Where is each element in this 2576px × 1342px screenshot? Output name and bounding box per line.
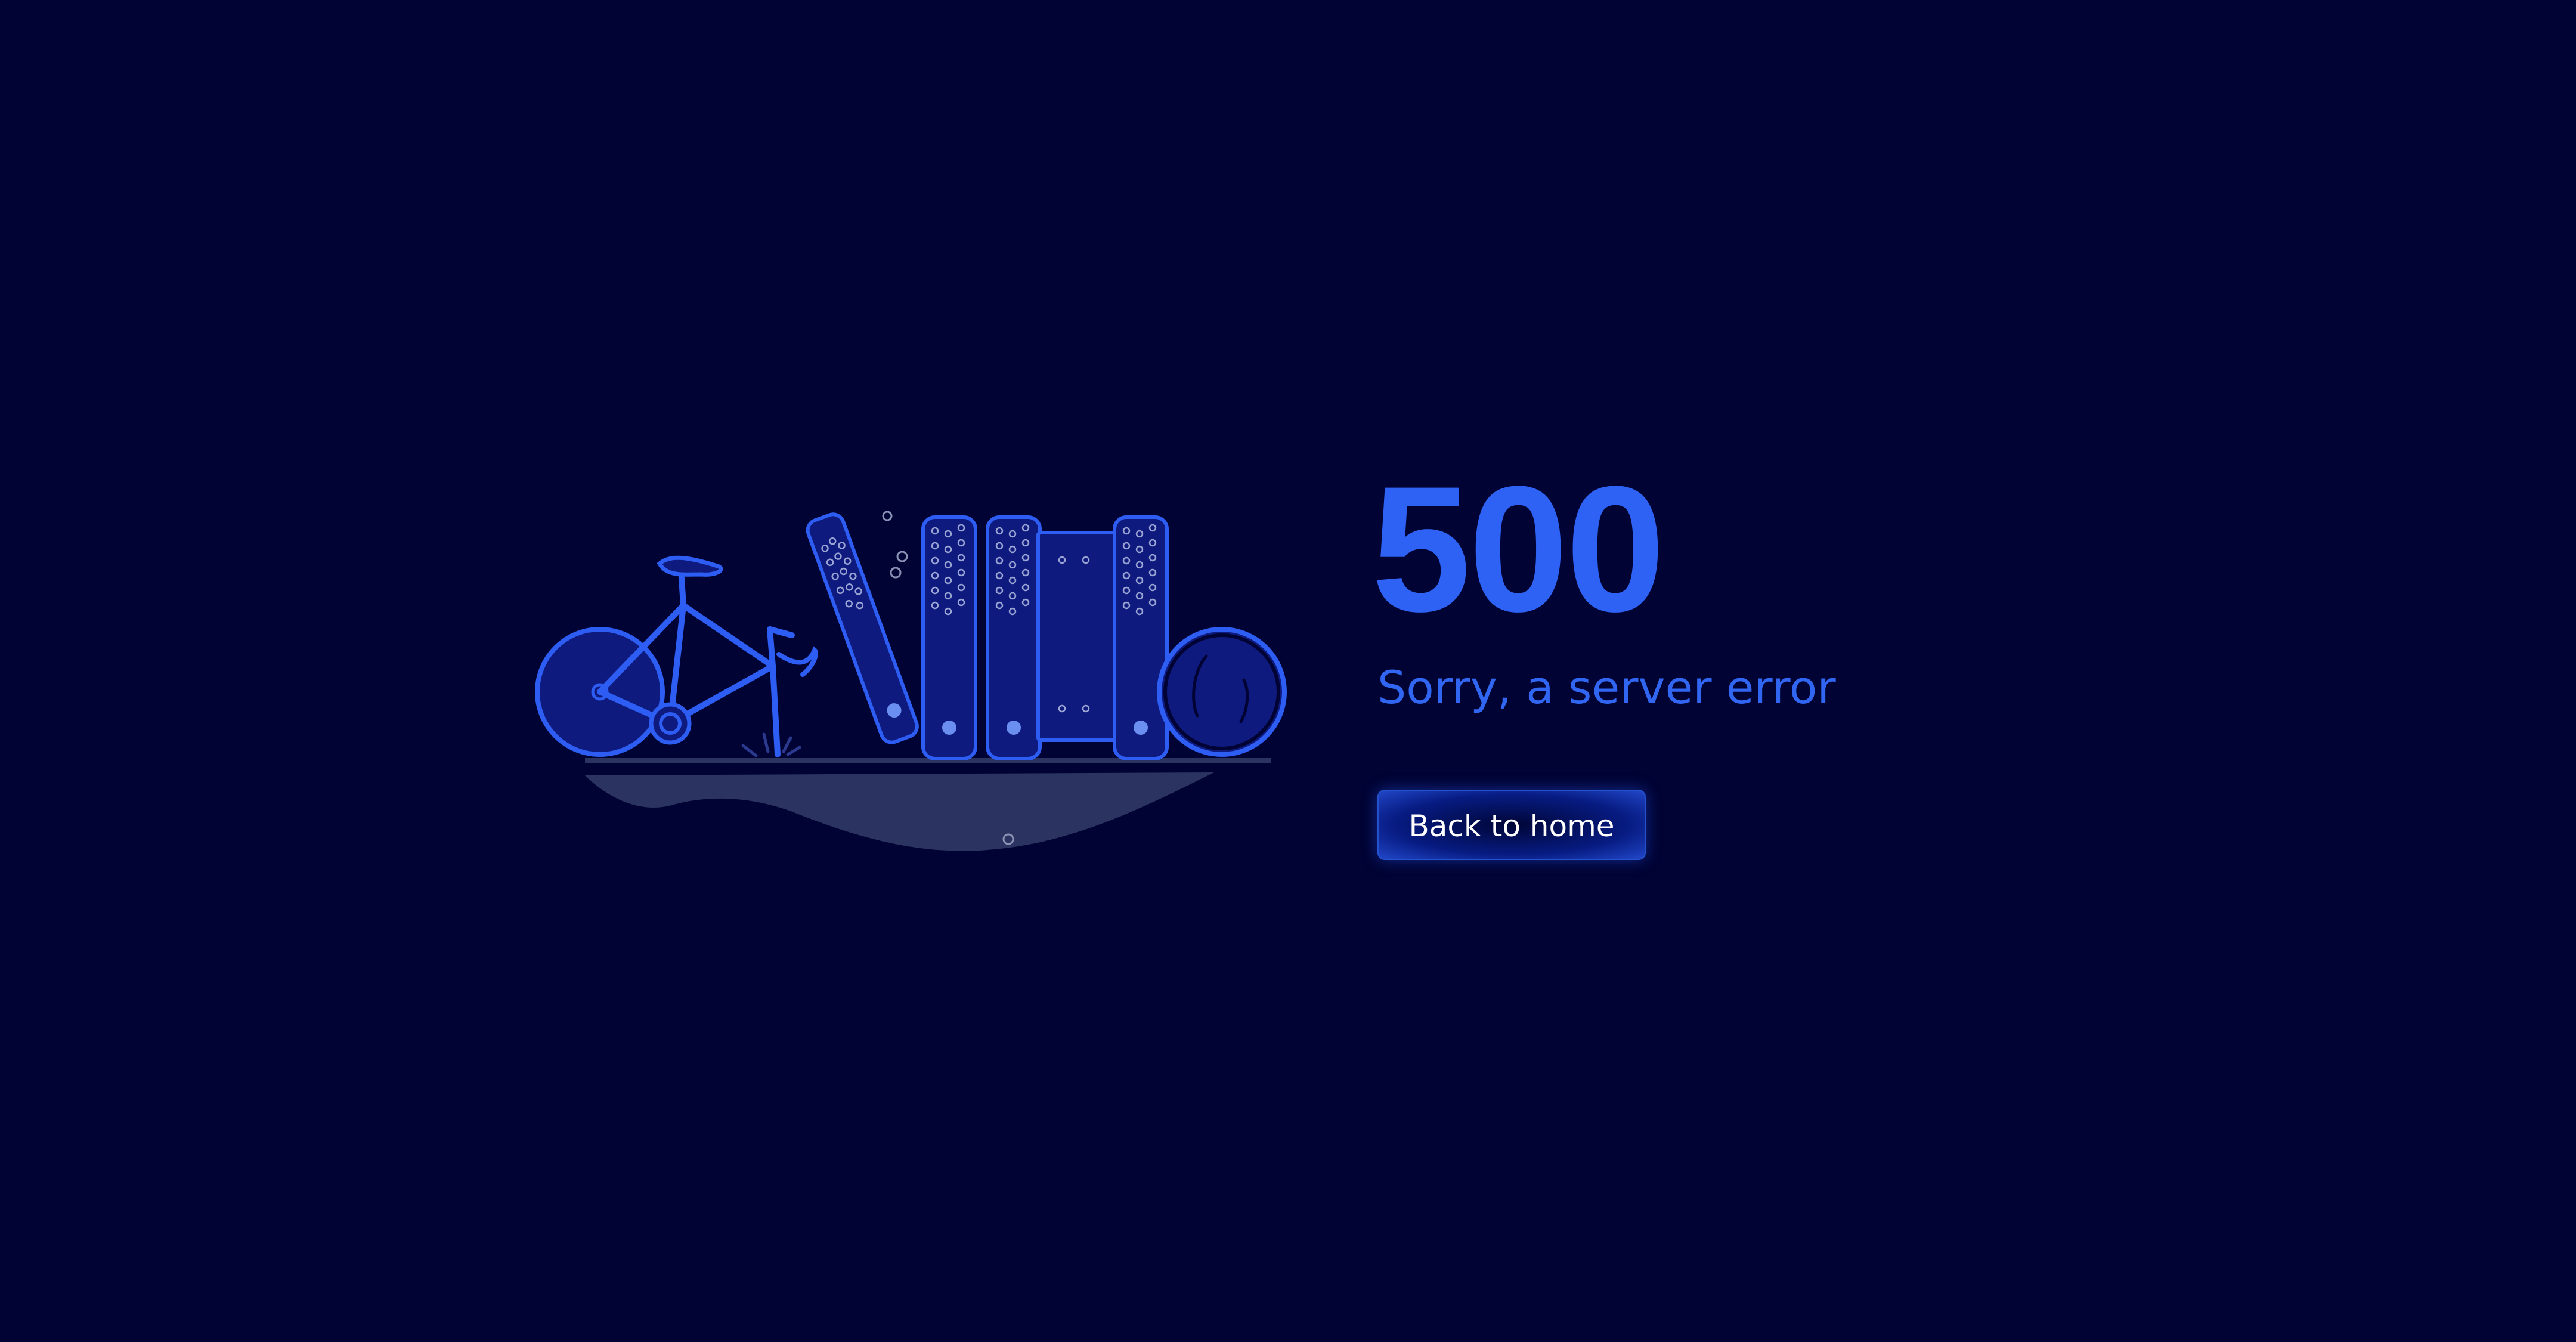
error-page: 500 Sorry, a server error Back to home: [0, 0, 2576, 1342]
server-unit-4: [1113, 515, 1169, 760]
server-unit-1: [921, 515, 977, 760]
bicycle: [535, 555, 818, 757]
error-message: Sorry, a server error: [1377, 661, 1836, 714]
broken-server-illustration: [535, 511, 1287, 851]
ground-shadow: [585, 772, 1214, 851]
server-unit-2: [986, 515, 1042, 760]
bicycle-seat: [657, 555, 723, 577]
loose-wheel: [1157, 627, 1287, 757]
error-code: 500: [1371, 449, 1665, 649]
falling-server-panel: [806, 512, 919, 744]
bubbles: [882, 511, 908, 579]
server-unit-3: [1036, 531, 1123, 742]
back-to-home-button[interactable]: Back to home: [1377, 790, 1646, 860]
bicycle-chainring: [649, 702, 692, 745]
